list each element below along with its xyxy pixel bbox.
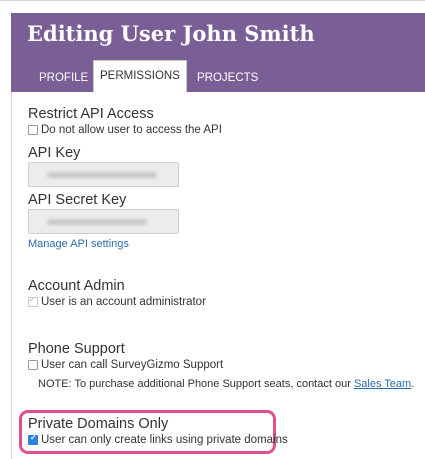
- phone-support-heading: Phone Support: [28, 341, 125, 357]
- private-domains-row[interactable]: User can only create links using private…: [28, 433, 288, 446]
- manage-api-settings-link[interactable]: Manage API settings: [28, 238, 129, 250]
- account-admin-checkbox[interactable]: [28, 295, 38, 307]
- account-admin-row[interactable]: User is an account administrator: [28, 295, 206, 308]
- page-header: Editing User John Smith PROFILE PERMISSI…: [11, 13, 425, 92]
- api-secret-value-redacted: [47, 219, 147, 225]
- api-secret-label: API Secret Key: [28, 192, 127, 208]
- tab-permissions[interactable]: PERMISSIONS: [93, 60, 187, 92]
- phone-support-label: User can call SurveyGizmo Support: [41, 359, 224, 371]
- api-key-value-redacted: [47, 172, 157, 178]
- phone-support-note: NOTE: To purchase additional Phone Suppo…: [38, 378, 414, 390]
- api-key-field: [28, 162, 179, 187]
- api-key-label: API Key: [28, 145, 81, 161]
- phone-support-checkbox[interactable]: [28, 360, 38, 370]
- account-admin-heading: Account Admin: [28, 278, 125, 294]
- note-period: .: [411, 378, 415, 390]
- phone-support-note-text: NOTE: To purchase additional Phone Suppo…: [38, 378, 351, 390]
- sales-team-link[interactable]: Sales Team: [354, 378, 411, 390]
- phone-support-row[interactable]: User can call SurveyGizmo Support: [28, 359, 223, 371]
- restrict-api-checkbox[interactable]: [28, 125, 38, 135]
- tab-profile[interactable]: PROFILE: [39, 66, 88, 90]
- panel-border: [11, 92, 12, 459]
- restrict-api-heading: Restrict API Access: [28, 106, 154, 122]
- private-domains-heading: Private Domains Only: [28, 416, 169, 432]
- page-title: Editing User John Smith: [27, 21, 315, 46]
- account-admin-label: User is an account administrator: [41, 296, 206, 308]
- restrict-api-row[interactable]: Do not allow user to access the API: [28, 124, 222, 136]
- private-domains-label: User can only create links using private…: [41, 434, 288, 446]
- tab-projects[interactable]: PROJECTS: [197, 66, 258, 90]
- window-top-border: [0, 0, 425, 9]
- manage-api-link-row: Manage API settings: [28, 238, 129, 250]
- private-domains-checkbox[interactable]: [28, 433, 38, 445]
- api-secret-field: [28, 209, 179, 234]
- restrict-api-label: Do not allow user to access the API: [41, 124, 222, 136]
